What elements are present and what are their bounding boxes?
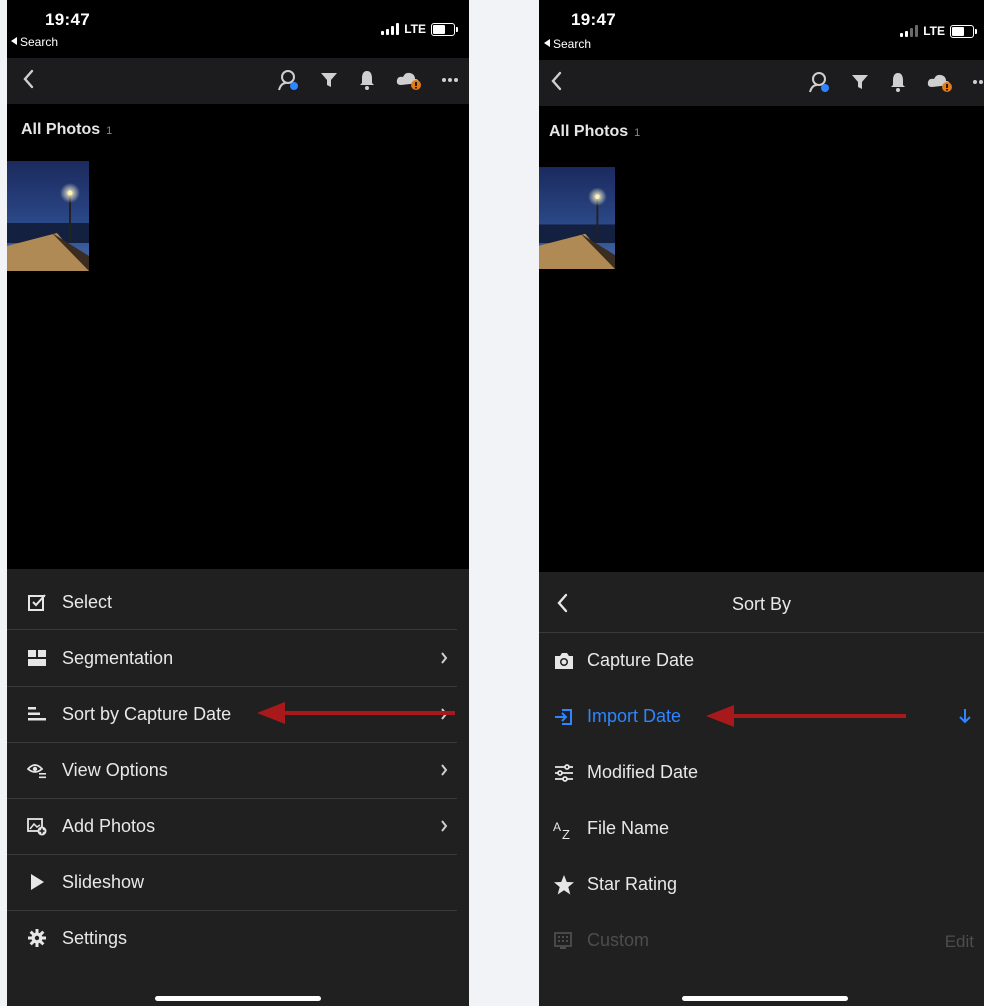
segmentation-icon [28,650,46,666]
sort-option-label: Custom [587,930,650,950]
battery-icon [431,22,458,36]
sort-option-label: Star Rating [587,874,678,894]
menu-item-label: Sort by Capture Date [62,703,232,724]
battery-icon [950,24,977,38]
more-icon[interactable] [441,77,459,83]
sort-option-label: Import Date [587,706,682,726]
network-label: LTE [923,24,945,38]
status-indicators: LTE [381,22,458,36]
album-count: 1 [106,125,113,137]
svg-text:A: A [553,820,561,834]
sort-option-file-name[interactable]: AZ File Name [539,801,984,857]
people-search-icon[interactable] [275,68,301,92]
az-icon: AZ [553,820,570,840]
status-time: 19:47 [45,10,90,29]
menu-item-label: Add Photos [62,815,156,836]
bell-icon[interactable] [357,69,377,91]
album-title: All Photos [549,123,629,140]
album-header: All Photos 1 [21,121,112,139]
sort-option-label: File Name [587,818,670,838]
nav-actions [806,70,984,94]
photo-thumbnail[interactable] [539,163,615,273]
custom-edit-button: Edit [944,932,974,951]
filter-icon[interactable] [319,70,339,90]
svg-text:Z: Z [562,827,570,840]
menu-item-segmentation[interactable]: Segmentation [7,630,469,686]
options-sheet: Select Segmentation Sort by Capture Date… [7,569,469,1006]
menu-item-slideshow[interactable]: Slideshow [7,854,469,910]
back-to-app-link[interactable]: Search [544,37,591,51]
back-app-label: Search [20,35,59,49]
menu-item-settings[interactable]: Settings [7,910,469,966]
sort-icon [28,707,46,721]
add-photos-icon [27,818,47,836]
back-chevron-icon[interactable] [21,68,35,90]
chevron-right-icon [441,764,448,776]
nav-bar [539,60,984,106]
sort-option-star-rating[interactable]: Star Rating [539,857,984,913]
back-chevron-icon[interactable] [549,70,563,92]
menu-item-label: Segmentation [62,647,174,668]
annotation-arrow [706,705,906,727]
cloud-warning-icon[interactable] [926,71,954,93]
signal-icon [381,23,400,35]
nav-actions [275,68,459,92]
gear-icon [28,929,46,947]
photo-thumbnail[interactable] [7,161,89,271]
annotation-arrow [257,702,455,724]
menu-item-label: Select [62,591,113,612]
home-indicator[interactable] [682,996,848,1001]
nav-bar [7,58,469,104]
phone-screen-sort-by: 19:47 Search LTE All Photos 1 Sort By Ca… [539,0,984,1006]
album-header: All Photos 1 [549,123,640,141]
arrow-down-icon[interactable] [958,706,972,726]
view-options-icon [27,764,46,779]
sort-option-custom: Custom Edit [539,913,984,969]
album-count: 1 [634,127,641,139]
back-triangle-icon [11,37,17,45]
cloud-warning-icon[interactable] [395,69,423,91]
status-time: 19:47 [571,10,616,29]
status-bar: 19:47 Search LTE [539,0,984,60]
sort-by-sheet: Sort By Capture Date Import Date Modifie… [539,572,984,1006]
sort-option-capture-date[interactable]: Capture Date [539,633,984,689]
menu-item-add-photos[interactable]: Add Photos [7,798,469,854]
back-triangle-icon [544,39,550,47]
star-icon [554,875,574,895]
sort-option-modified-date[interactable]: Modified Date [539,745,984,801]
chevron-right-icon [441,652,448,664]
menu-item-select[interactable]: Select [7,574,469,630]
menu-item-label: View Options [62,759,168,780]
sort-option-label: Modified Date [587,762,699,782]
filter-icon[interactable] [850,72,870,92]
network-label: LTE [404,22,426,36]
back-to-app-link[interactable]: Search [11,35,58,49]
menu-item-label: Slideshow [62,871,145,892]
sort-by-title: Sort By [731,594,792,614]
custom-grid-icon [554,932,572,949]
status-indicators: LTE [900,24,977,38]
select-checkbox-icon [28,594,46,611]
import-icon [555,709,572,725]
sort-option-label: Capture Date [587,650,695,670]
back-app-label: Search [553,37,592,51]
camera-icon [555,653,573,669]
sort-by-header: Sort By [539,572,984,633]
chevron-right-icon [441,820,448,832]
signal-icon [900,25,919,37]
status-bar: 19:47 Search LTE [7,0,469,60]
home-indicator[interactable] [155,996,321,1001]
sliders-icon [555,764,573,782]
phone-screen-menu: 19:47 Search LTE All Photos 1 Select Seg… [7,0,469,1006]
bell-icon[interactable] [888,71,908,93]
people-search-icon[interactable] [806,70,832,94]
more-icon[interactable] [972,79,984,85]
play-icon [31,874,44,890]
menu-item-view-options[interactable]: View Options [7,742,469,798]
album-title: All Photos [21,121,101,138]
menu-item-label: Settings [62,927,128,948]
